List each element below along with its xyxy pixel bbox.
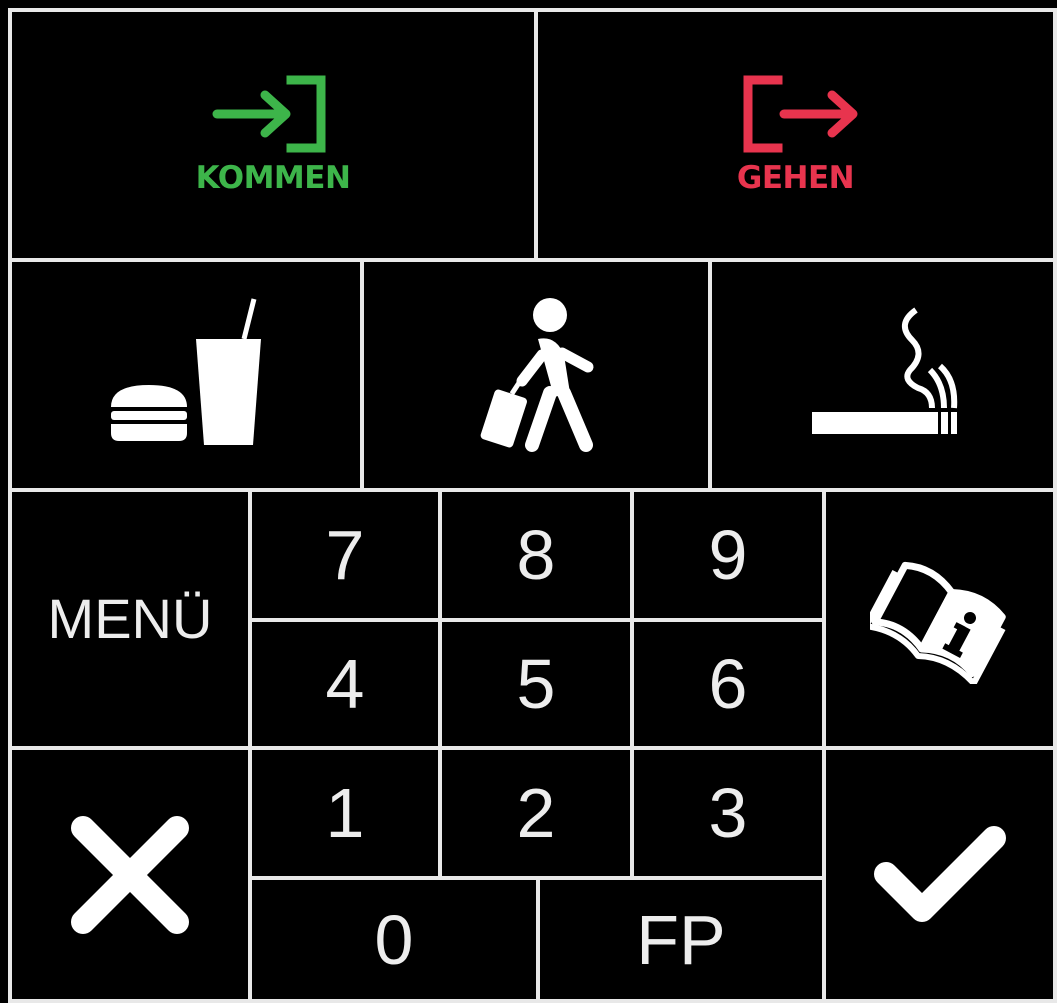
info-button[interactable] xyxy=(822,488,1057,750)
key-8[interactable]: 8 xyxy=(438,488,634,622)
terminal-keypad: KOMMEN GEHEN MENÜ 7 8 9 4 5 6 1 2 3 0 FP xyxy=(0,0,1057,1003)
key-3[interactable]: 3 xyxy=(630,746,826,880)
menu-button[interactable]: MENÜ xyxy=(8,488,252,750)
kommen-button[interactable]: KOMMEN xyxy=(8,8,538,262)
menu-label: MENÜ xyxy=(47,587,213,650)
key-3-label: 3 xyxy=(708,774,748,852)
key-7-label: 7 xyxy=(325,516,365,594)
gehen-button[interactable]: GEHEN xyxy=(534,8,1057,262)
key-8-label: 8 xyxy=(516,516,556,594)
key-0-label: 0 xyxy=(374,900,414,979)
exit-arrow-icon xyxy=(743,75,857,153)
cancel-button[interactable] xyxy=(8,746,252,1003)
key-7[interactable]: 7 xyxy=(248,488,442,622)
key-2-label: 2 xyxy=(516,774,556,852)
food-drink-icon xyxy=(111,298,261,445)
key-0[interactable]: 0 xyxy=(248,876,540,1003)
cigarette-icon xyxy=(811,307,957,434)
enter-arrow-icon xyxy=(212,75,326,153)
business-trip-button[interactable] xyxy=(360,258,712,492)
fp-button[interactable]: FP xyxy=(536,876,826,1003)
smoke-break-button[interactable] xyxy=(708,258,1057,492)
key-5[interactable]: 5 xyxy=(438,618,634,750)
checkmark-icon xyxy=(873,825,1006,922)
key-2[interactable]: 2 xyxy=(438,746,634,880)
key-1-label: 1 xyxy=(325,774,365,852)
key-1[interactable]: 1 xyxy=(248,746,442,880)
key-5-label: 5 xyxy=(516,645,556,723)
fp-label: FP xyxy=(636,900,726,979)
traveler-icon xyxy=(480,298,594,452)
kommen-label: KOMMEN xyxy=(195,160,351,196)
key-6[interactable]: 6 xyxy=(630,618,826,750)
confirm-button[interactable] xyxy=(822,746,1057,1003)
key-4-label: 4 xyxy=(325,645,365,723)
gehen-label: GEHEN xyxy=(736,160,855,196)
key-9[interactable]: 9 xyxy=(630,488,826,622)
key-4[interactable]: 4 xyxy=(248,618,442,750)
key-6-label: 6 xyxy=(708,645,748,723)
info-book-icon xyxy=(869,561,1006,684)
close-x-icon xyxy=(71,815,189,934)
pause-button[interactable] xyxy=(8,258,364,492)
key-9-label: 9 xyxy=(708,516,748,594)
